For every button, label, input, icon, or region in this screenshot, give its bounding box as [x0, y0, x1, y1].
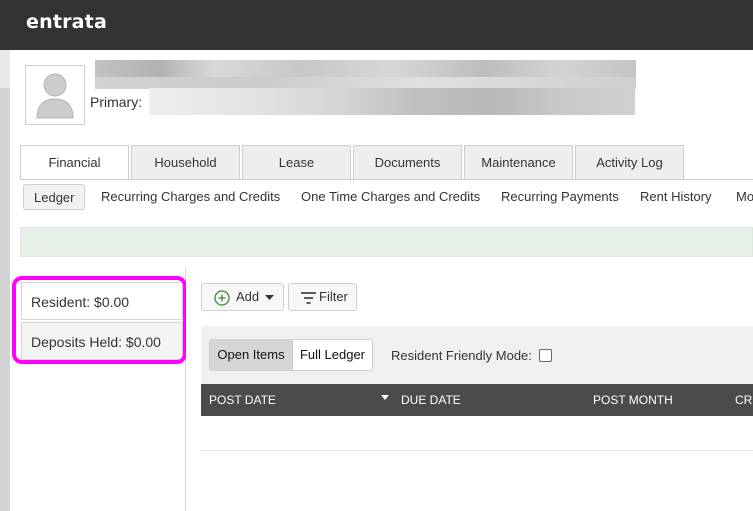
resident-friendly-mode-label: Resident Friendly Mode: — [391, 348, 532, 363]
highlight-annotation — [12, 276, 187, 364]
tab-documents[interactable]: Documents — [353, 145, 462, 179]
filter-icon — [301, 292, 316, 304]
tab-maintenance[interactable]: Maintenance — [464, 145, 573, 179]
notice-banner — [20, 227, 753, 257]
subtab-rent-history[interactable]: Rent History — [640, 184, 712, 210]
subtab-more[interactable]: Mo — [736, 184, 753, 210]
avatar-placeholder-icon — [36, 73, 74, 119]
subtab-recurring-charges[interactable]: Recurring Charges and Credits — [101, 184, 280, 210]
tab-household[interactable]: Household — [131, 145, 240, 179]
add-button[interactable]: Add — [201, 283, 284, 311]
tab-activity-log[interactable]: Activity Log — [575, 145, 684, 179]
sub-tabs: Ledger Recurring Charges and Credits One… — [20, 182, 753, 212]
filter-label: Filter — [319, 289, 348, 304]
sort-desc-icon[interactable] — [381, 395, 389, 400]
avatar[interactable] — [25, 65, 85, 125]
primary-label: Primary: — [90, 94, 143, 110]
column-post-date[interactable]: POST DATE — [209, 384, 276, 416]
tab-lease[interactable]: Lease — [242, 145, 351, 179]
subtab-ledger[interactable]: Ledger — [23, 184, 86, 210]
plus-circle-icon — [214, 290, 230, 306]
ledger-table-header: POST DATE DUE DATE POST MONTH CRE — [201, 384, 753, 416]
table-row-divider — [201, 450, 753, 451]
resident-friendly-mode-checkbox[interactable] — [539, 349, 552, 362]
subtab-one-time-charges[interactable]: One Time Charges and Credits — [301, 184, 480, 210]
full-ledger-toggle[interactable]: Full Ledger — [292, 339, 373, 371]
subtab-recurring-payments[interactable]: Recurring Payments — [501, 184, 619, 210]
column-cre[interactable]: CRE — [735, 384, 753, 416]
entrata-logo[interactable]: entrata — [26, 11, 107, 33]
column-due-date[interactable]: DUE DATE — [401, 384, 461, 416]
redacted-primary-contact — [149, 88, 635, 115]
add-label: Add — [236, 289, 260, 304]
tab-divider — [20, 179, 753, 180]
filter-button[interactable]: Filter — [288, 283, 357, 311]
open-items-toggle[interactable]: Open Items — [209, 339, 293, 371]
left-gutter — [0, 88, 10, 511]
column-post-month[interactable]: POST MONTH — [593, 384, 673, 416]
tab-financial[interactable]: Financial — [20, 145, 129, 180]
top-bar: entrata — [0, 0, 753, 50]
caret-down-icon — [265, 295, 274, 300]
